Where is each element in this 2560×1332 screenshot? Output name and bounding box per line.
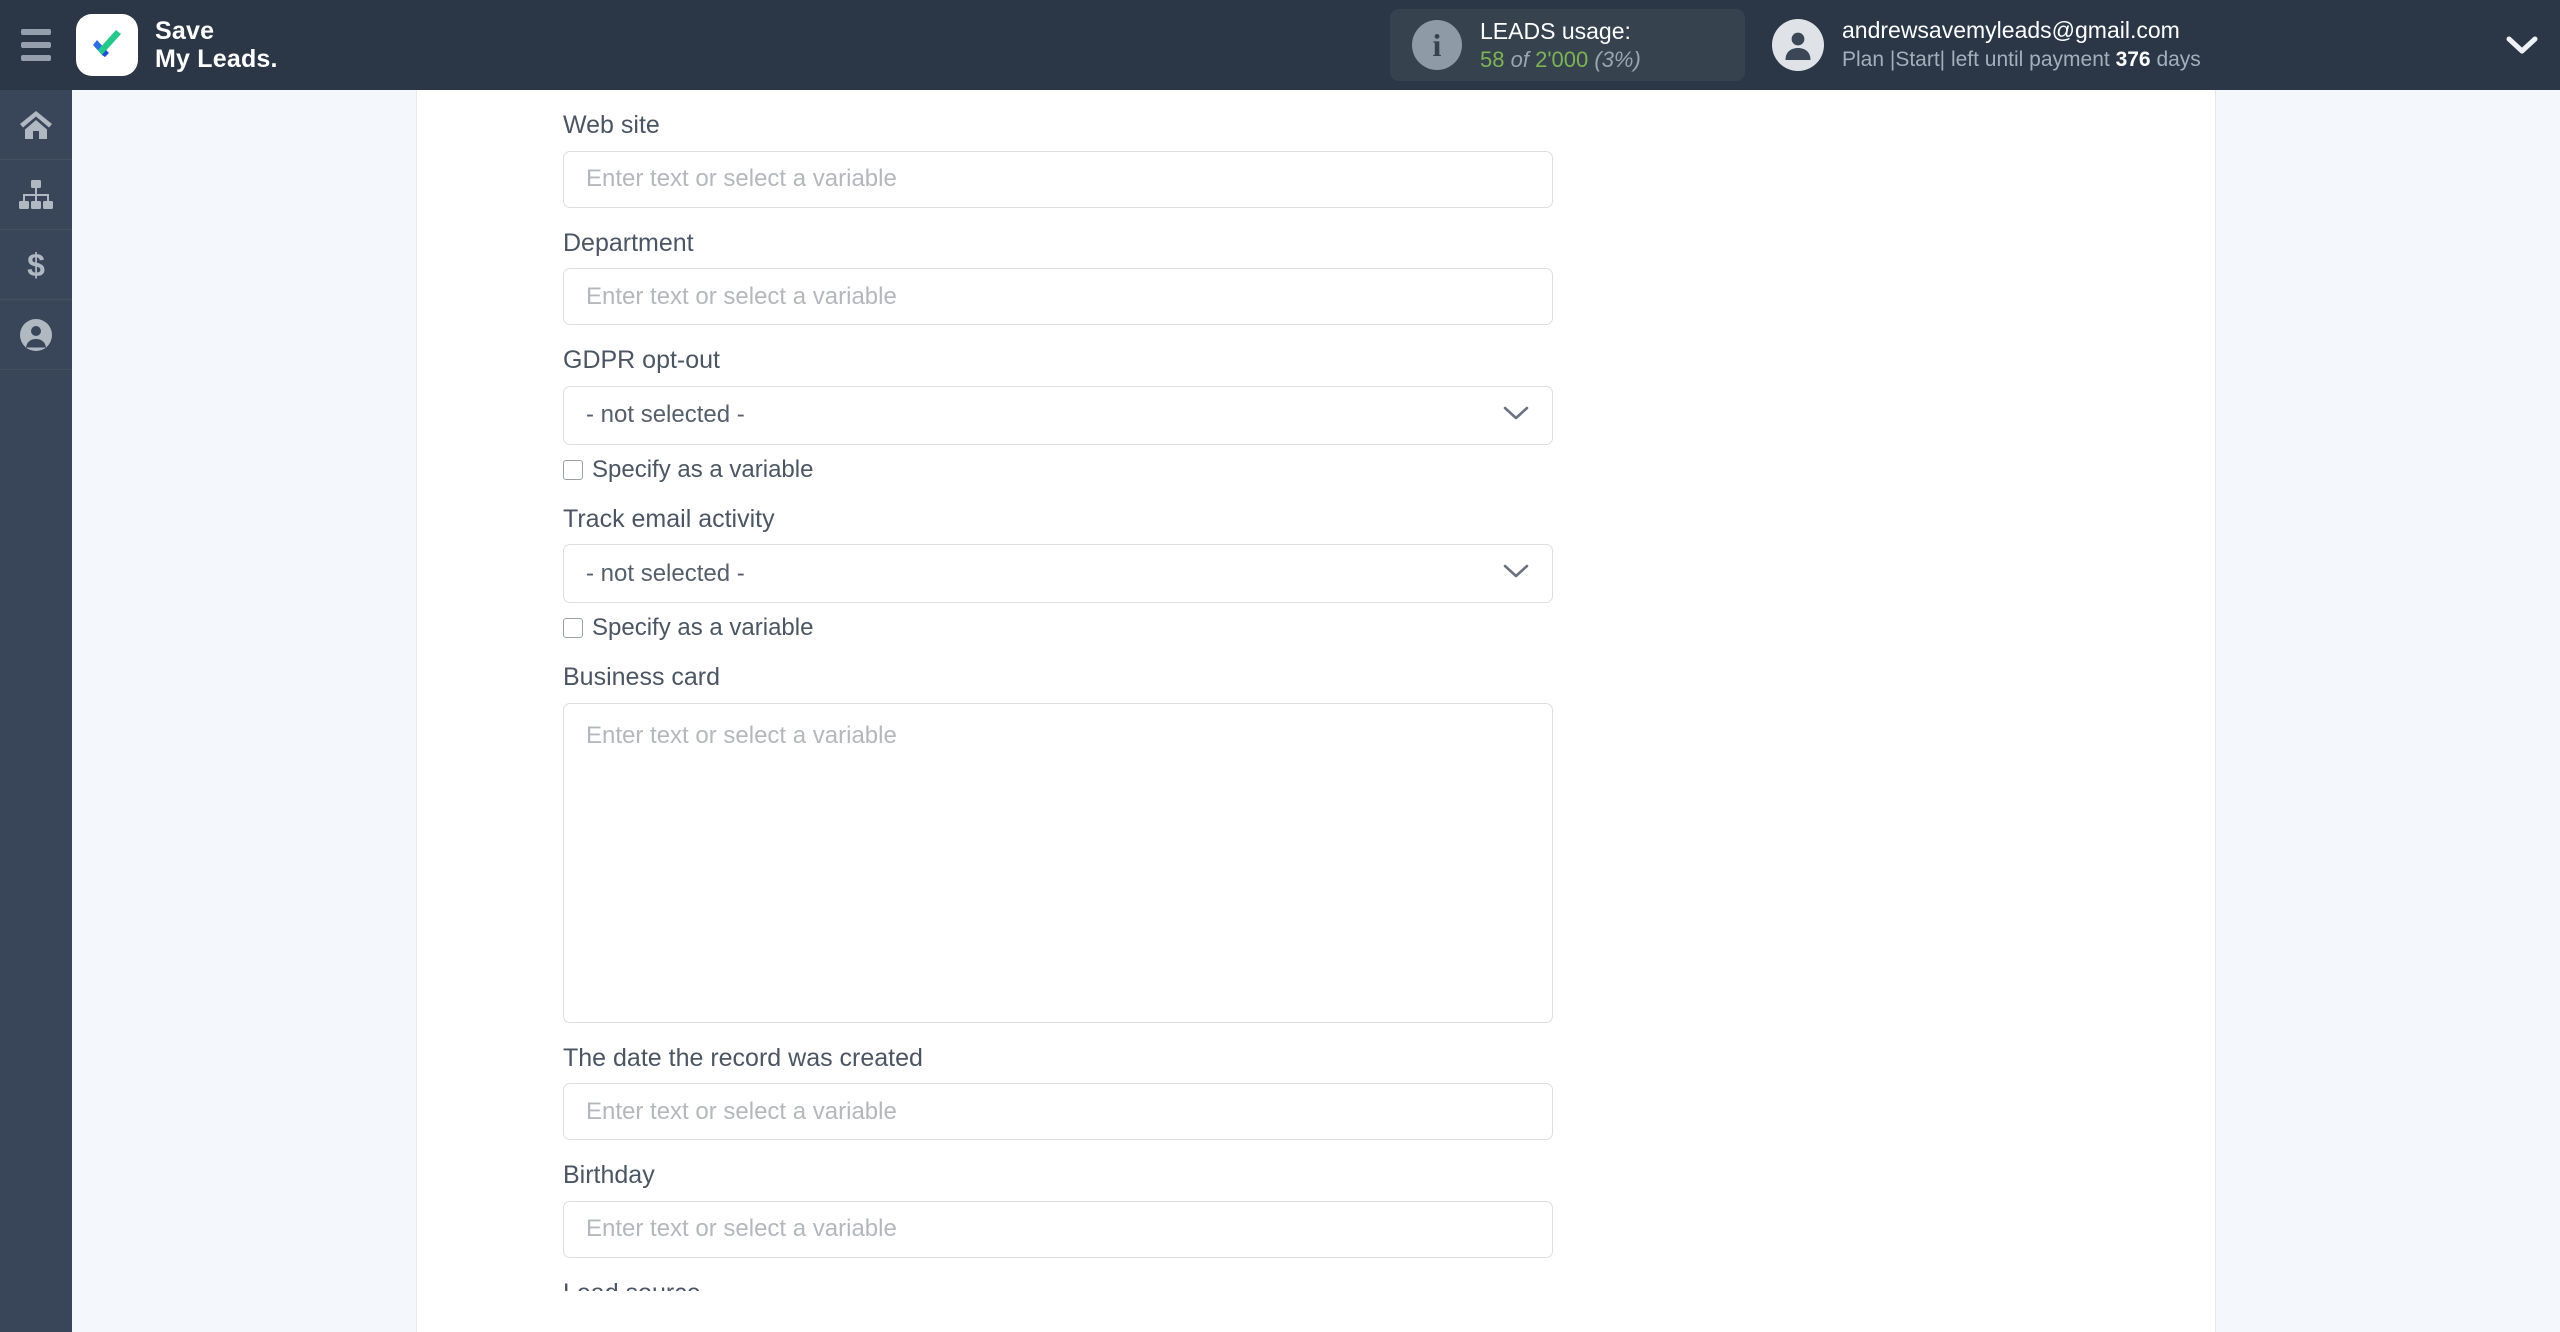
field-department: Department Enter text or select a variab… [563, 208, 1563, 325]
usage-of: of [1510, 46, 1529, 72]
sitemap-icon [19, 179, 53, 210]
chevron-down-icon [1502, 562, 1530, 585]
hamburger-bar [21, 29, 51, 35]
plan-prefix: Plan |Start| left until payment [1842, 48, 2110, 72]
usage-percent: (3%) [1594, 46, 1641, 72]
user-avatar-icon [1772, 19, 1824, 71]
record-created-date-input[interactable]: Enter text or select a variable [563, 1083, 1553, 1140]
top-bar: Save My Leads. i LEADS usage: 58 of 2'00… [0, 0, 2560, 90]
business-card-textarea[interactable]: Enter text or select a variable [563, 702, 1553, 1023]
field-record-created-date: The date the record was created Enter te… [563, 1023, 1563, 1140]
field-business-card: Business card Enter text or select a var… [563, 642, 1563, 1023]
input-placeholder: Enter text or select a variable [586, 282, 897, 310]
field-label: Department [563, 228, 694, 257]
savemyleads-logo-icon [76, 14, 138, 76]
input-placeholder: Enter text or select a variable [586, 1097, 897, 1125]
field-label: Business card [563, 663, 721, 691]
field-mapping-form: Web site Enter text or select a variable… [563, 90, 1563, 1291]
input-placeholder: Enter text or select a variable [586, 165, 897, 192]
info-icon: i [1412, 20, 1462, 70]
track-email-specify-variable-checkbox-row[interactable]: Specify as a variable [563, 603, 1563, 642]
field-birthday: Birthday Enter text or select a variable [563, 1140, 1563, 1258]
department-input[interactable]: Enter text or select a variable [563, 268, 1553, 325]
account-plan: Plan |Start| left until payment 376 days [1842, 46, 2201, 73]
hamburger-menu-icon[interactable] [0, 0, 72, 90]
web-site-input[interactable]: Enter text or select a variable [563, 150, 1553, 208]
checkbox-icon[interactable] [563, 618, 583, 638]
gdpr-opt-out-select[interactable]: - not selected - [563, 385, 1553, 445]
svg-text:$: $ [27, 247, 45, 283]
sidebar-item-connections[interactable] [0, 160, 72, 230]
select-value: - not selected - [586, 559, 745, 587]
field-label: Web site [563, 111, 660, 139]
field-label: Birthday [563, 1161, 655, 1189]
sidebar-item-home[interactable] [0, 90, 72, 160]
field-track-email-activity: Track email activity - not selected - Sp… [563, 484, 1563, 643]
account-email: andrewsavemyleads@gmail.com [1842, 17, 2180, 44]
checkbox-label: Specify as a variable [592, 455, 814, 483]
birthday-input[interactable]: Enter text or select a variable [563, 1200, 1553, 1258]
track-email-activity-select[interactable]: - not selected - [563, 544, 1553, 603]
field-label: Track email activity [563, 504, 775, 533]
field-lead-source: Lead source [563, 1258, 1563, 1291]
content-panel: Web site Enter text or select a variable… [416, 90, 2216, 1332]
chevron-down-icon [1502, 404, 1530, 427]
plan-days-suffix: days [2156, 48, 2201, 72]
page-body: Web site Enter text or select a variable… [72, 90, 2560, 1332]
usage-used: 58 [1480, 46, 1505, 72]
brand-logo-link[interactable]: Save My Leads. [76, 14, 278, 76]
textarea-placeholder: Enter text or select a variable [586, 721, 897, 749]
gdpr-specify-variable-checkbox-row[interactable]: Specify as a variable [563, 445, 1563, 484]
user-circle-icon [19, 318, 53, 352]
field-gdpr-opt-out: GDPR opt-out - not selected - Specify as… [563, 325, 1563, 484]
field-label: Lead source [563, 1258, 1563, 1291]
select-value: - not selected - [586, 401, 745, 428]
left-sidebar: $ [0, 90, 72, 1332]
account-chevron-down-icon[interactable] [2505, 34, 2539, 61]
field-web-site: Web site Enter text or select a variable [563, 90, 1563, 208]
field-label: GDPR opt-out [563, 346, 721, 374]
sidebar-item-billing[interactable]: $ [0, 230, 72, 300]
usage-total: 2'000 [1535, 46, 1589, 72]
field-label: The date the record was created [563, 1043, 923, 1072]
checkbox-label: Specify as a variable [592, 614, 814, 641]
brand-title: Save My Leads. [155, 17, 278, 73]
hamburger-bar [21, 55, 51, 61]
checkbox-icon[interactable] [563, 459, 583, 480]
usage-title: LEADS usage: [1480, 17, 1631, 44]
plan-days: 376 [2115, 48, 2151, 72]
dollar-icon: $ [21, 247, 51, 283]
home-icon [19, 109, 53, 141]
hamburger-bar [21, 42, 51, 48]
usage-value: 58 of 2'000 (3%) [1480, 46, 1641, 74]
account-menu[interactable]: andrewsavemyleads@gmail.com Plan |Start|… [1772, 8, 2201, 82]
leads-usage-box[interactable]: i LEADS usage: 58 of 2'000 (3%) [1390, 9, 1745, 81]
sidebar-item-account[interactable] [0, 300, 72, 370]
input-placeholder: Enter text or select a variable [586, 1215, 897, 1242]
